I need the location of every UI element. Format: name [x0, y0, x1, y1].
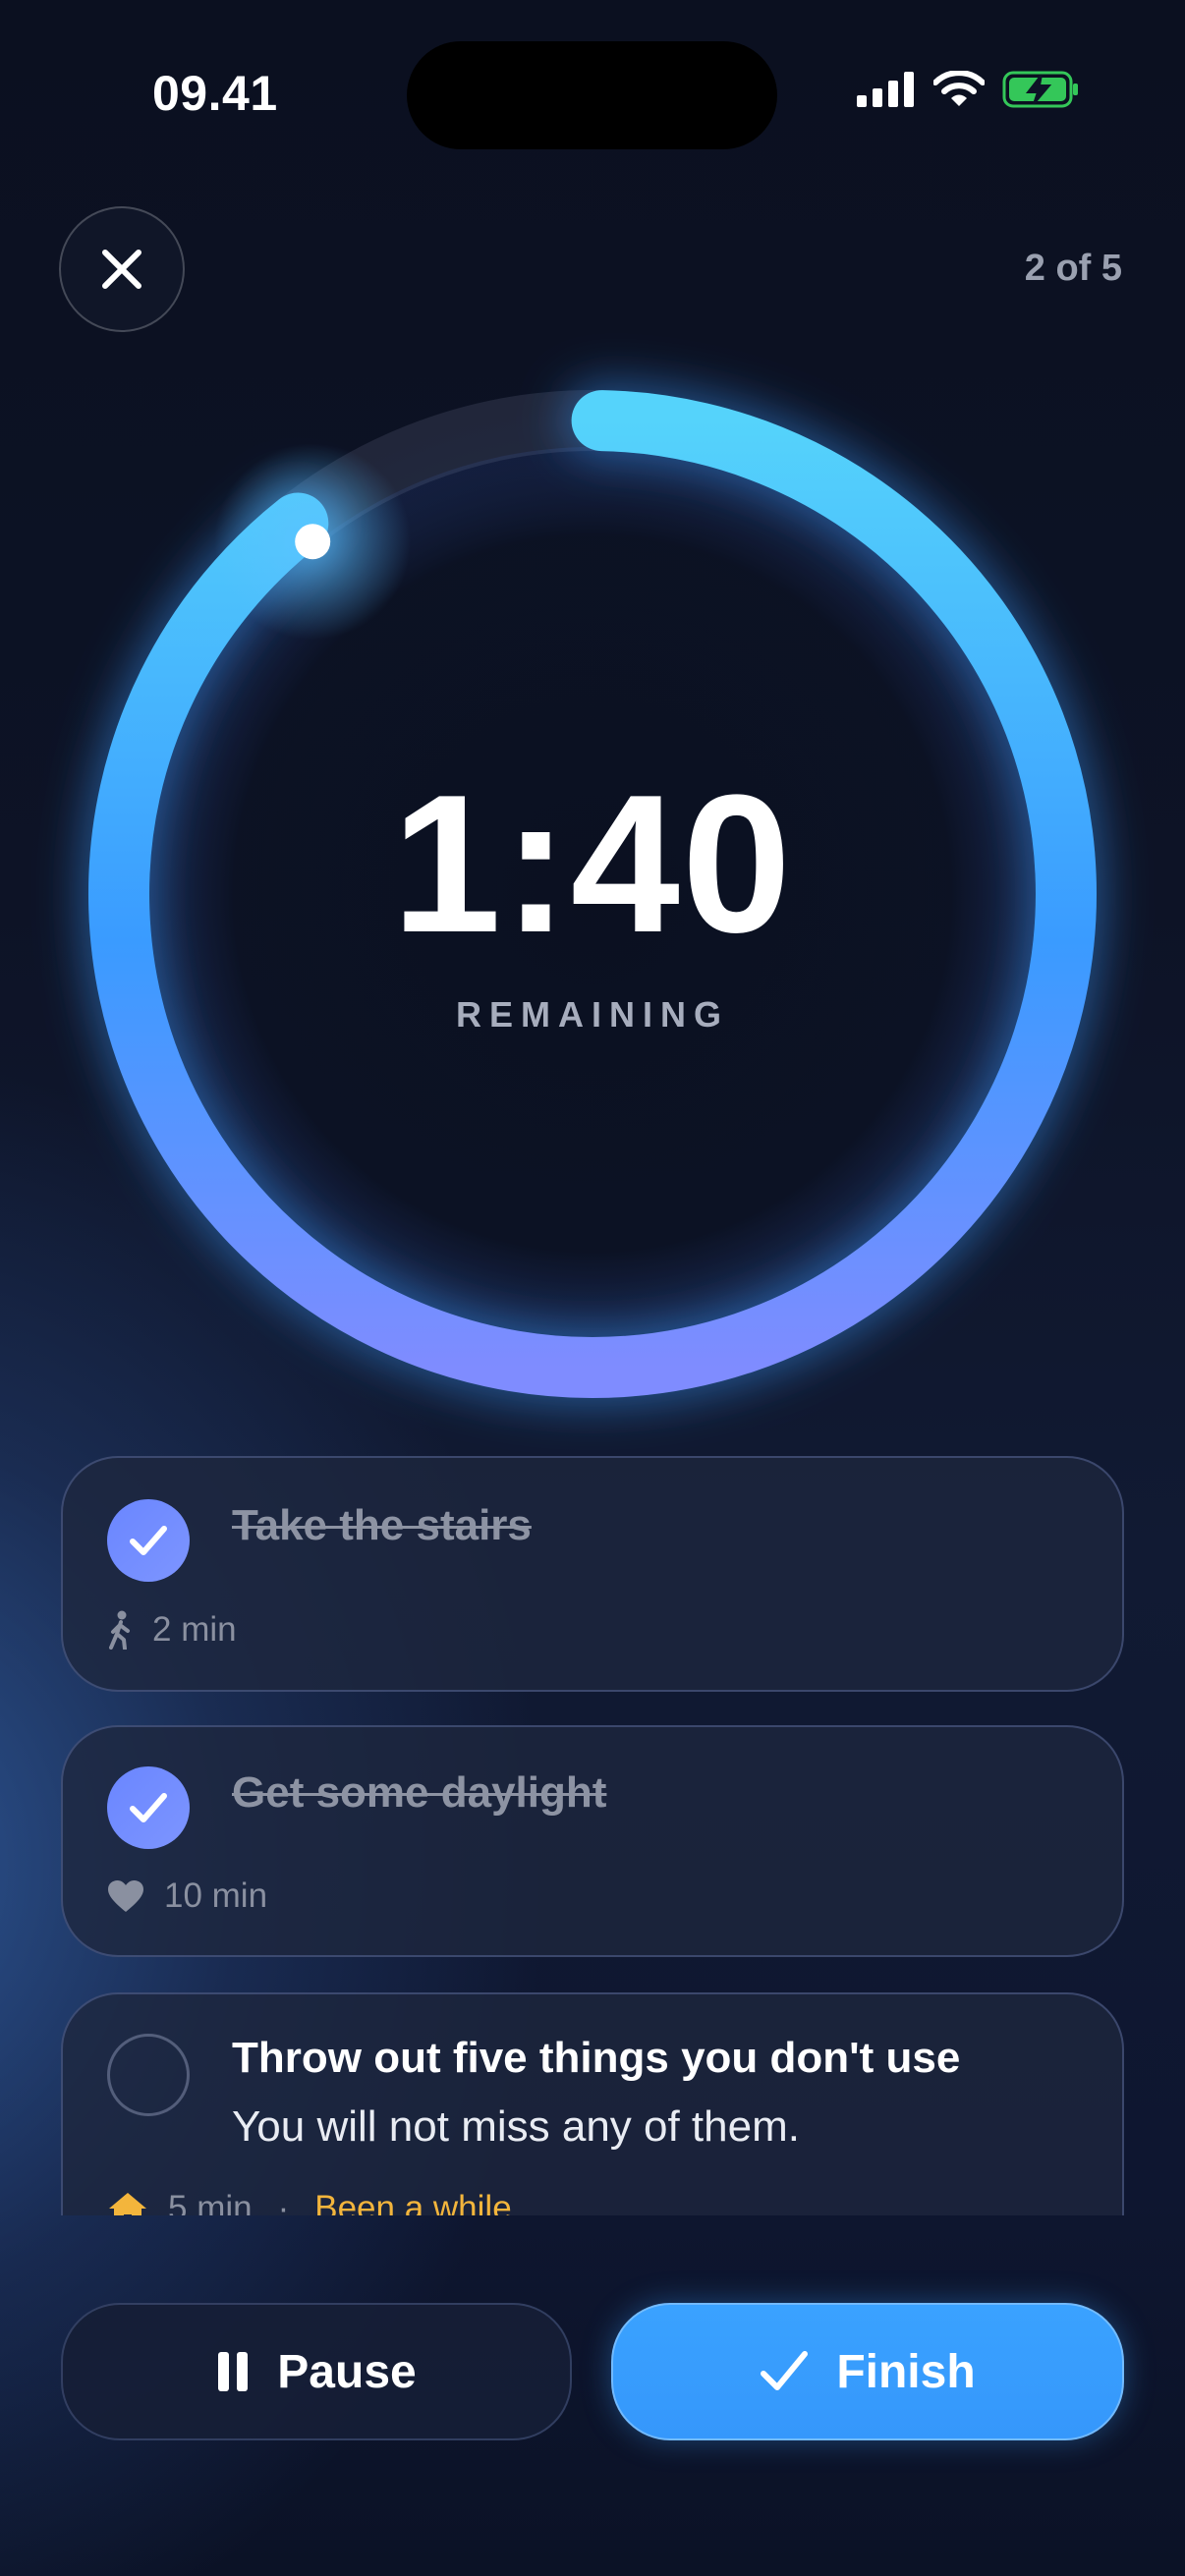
task-meta: 5 min · Been a while: [107, 2189, 512, 2215]
meta-separator: ·: [277, 2189, 290, 2215]
task-title: Throw out five things you don't use: [232, 2034, 961, 2082]
task-list: Take the stairs 2 min Get some daylight …: [61, 1454, 1124, 2215]
task-card[interactable]: Take the stairs 2 min: [61, 1456, 1124, 1692]
checkmark-icon: [130, 1526, 167, 1555]
ring-knob-glow: [214, 443, 412, 641]
ring-knob[interactable]: [295, 524, 331, 560]
task-meta: 2 min: [107, 1610, 237, 1650]
task-checkbox[interactable]: [107, 1499, 190, 1582]
step-indicator: 2 of 5: [1024, 248, 1122, 289]
pause-icon: [218, 2352, 249, 2391]
task-title: Get some daylight: [232, 1768, 607, 1817]
task-card[interactable]: Throw out five things you don't use You …: [61, 1992, 1124, 2215]
finish-button[interactable]: Finish: [611, 2303, 1124, 2440]
task-duration: 2 min: [152, 1610, 237, 1649]
pause-label: Pause: [277, 2345, 417, 2398]
home-icon: [109, 2193, 146, 2215]
checkmark-icon: [130, 1793, 167, 1822]
close-button[interactable]: [59, 206, 185, 332]
dynamic-island: [407, 41, 777, 149]
cellular-signal-icon: [857, 72, 914, 107]
checkmark-icon: [761, 2351, 809, 2390]
pause-button[interactable]: Pause: [61, 2303, 572, 2440]
close-icon: [102, 250, 141, 289]
task-subtitle: You will not miss any of them.: [232, 2102, 800, 2151]
task-duration: 10 min: [164, 1876, 268, 1915]
task-title: Take the stairs: [232, 1501, 532, 1549]
timer-label: REMAINING: [456, 994, 729, 1035]
timer-ring: [80, 381, 1105, 1407]
task-duration: 5 min: [168, 2189, 253, 2215]
task-card[interactable]: Get some daylight 10 min: [61, 1725, 1124, 1957]
task-meta: 10 min: [107, 1876, 267, 1916]
task-note: Been a while: [314, 2189, 512, 2215]
finish-label: Finish: [836, 2345, 976, 2398]
task-checkbox[interactable]: [107, 1766, 190, 1849]
wifi-icon: [933, 71, 985, 106]
status-time: 09.41: [152, 66, 278, 121]
walk-icon: [109, 1610, 130, 1650]
status-icons: [857, 71, 1081, 108]
task-checkbox[interactable]: [107, 2034, 190, 2116]
heart-icon: [108, 1880, 143, 1912]
timer-time: 1:40: [391, 755, 794, 974]
battery-charging-icon: [1002, 71, 1078, 108]
